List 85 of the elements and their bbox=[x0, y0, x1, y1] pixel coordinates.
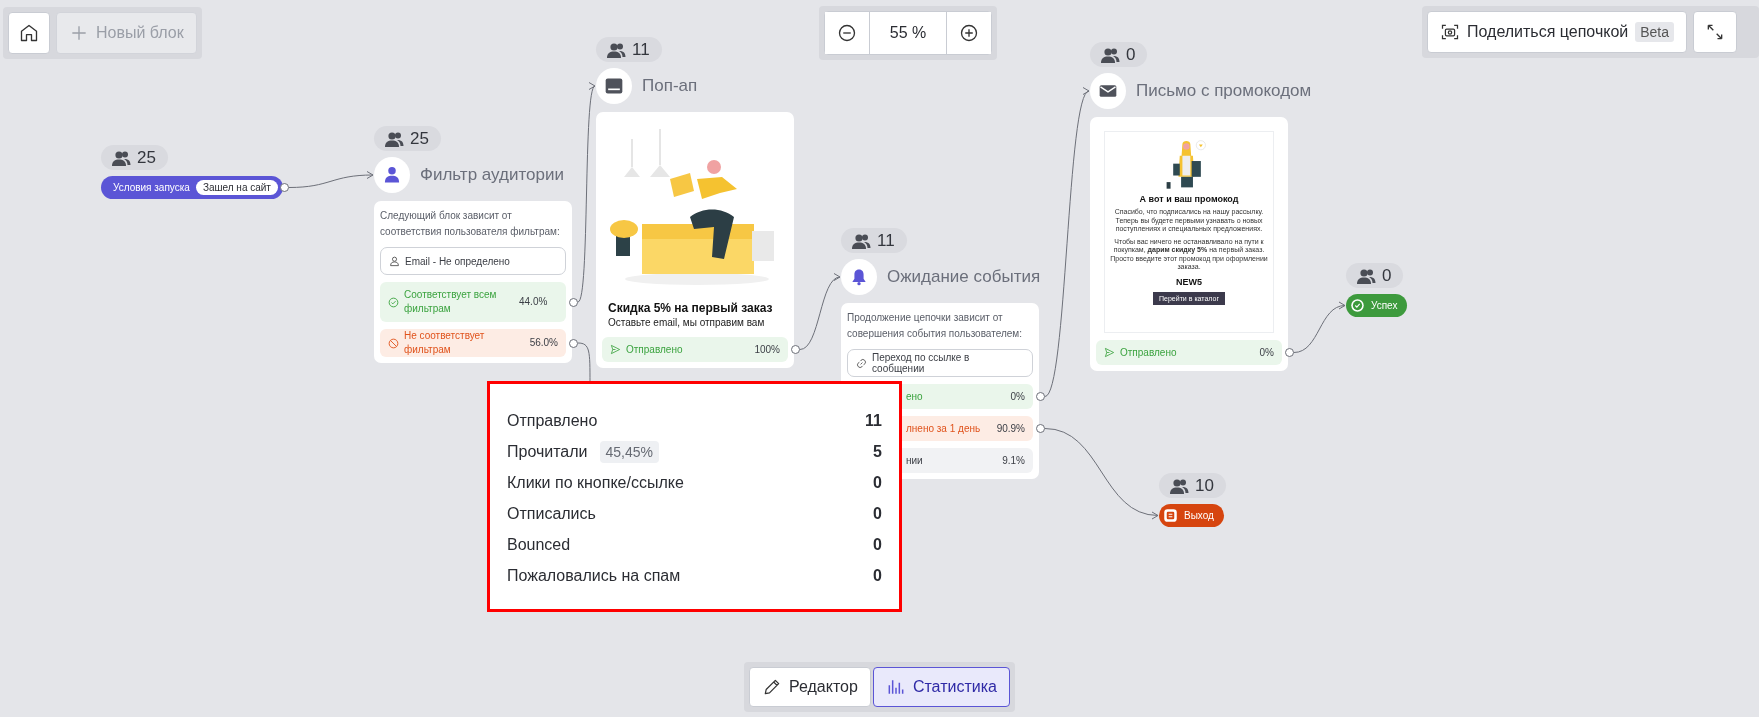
user-icon bbox=[389, 255, 400, 267]
stat-label: Пожаловались на спам bbox=[507, 566, 681, 585]
outcome-percent: 0% bbox=[1259, 345, 1274, 360]
outcome-label: лнено за 1 день bbox=[906, 421, 982, 436]
connection-port bbox=[279, 183, 289, 192]
stat-label: Прочитали bbox=[507, 442, 588, 461]
check-circle-icon bbox=[1350, 298, 1365, 313]
outcome-label: ено bbox=[906, 389, 924, 404]
node-title: Поп-ап bbox=[642, 76, 698, 96]
stat-value: 0 bbox=[873, 473, 882, 492]
popup-text: Оставьте email, мы отправим вам bbox=[608, 317, 766, 328]
connector-arrow bbox=[1293, 301, 1346, 353]
email-heading: А вот и ваш промокод bbox=[1139, 194, 1239, 204]
plus-icon bbox=[69, 23, 89, 43]
stat-value: 5 bbox=[873, 442, 882, 461]
people-icon bbox=[1356, 267, 1376, 284]
stat-value: 0 bbox=[873, 566, 882, 585]
mode-tab[interactable]: Редактор bbox=[749, 667, 871, 707]
percent-chip: 45,45% bbox=[599, 440, 660, 463]
promo-code: NEW5 bbox=[1176, 276, 1202, 287]
outcome-label: Не соответствует фильтрам bbox=[404, 329, 486, 357]
people-icon bbox=[851, 232, 871, 249]
outcome-percent: 100% bbox=[754, 342, 780, 357]
audience-count: 0 bbox=[1126, 44, 1136, 65]
outcome-percent: 90.9% bbox=[996, 421, 1025, 436]
send-icon bbox=[1104, 347, 1115, 358]
audience-count: 11 bbox=[632, 39, 650, 60]
trigger-label: Условия запуска bbox=[113, 182, 190, 193]
stat-value: 0 bbox=[873, 504, 882, 523]
beta-badge: Beta bbox=[1635, 22, 1675, 42]
popup-heading: Скидка 5% на первый заказ bbox=[608, 301, 774, 315]
bell-icon bbox=[841, 259, 877, 295]
home-button[interactable] bbox=[8, 12, 50, 54]
stat-label: Клики по кнопке/ссылке bbox=[507, 473, 684, 492]
exit-pill[interactable]: Выход bbox=[1159, 504, 1224, 527]
outcome-label: Отправлено bbox=[626, 342, 684, 357]
audience-count: 10 bbox=[1195, 475, 1214, 496]
check-circle-icon bbox=[388, 296, 399, 308]
condition-text: Email - Не определено bbox=[405, 255, 510, 267]
node-title: Фильтр аудитории bbox=[420, 165, 564, 185]
popup-window-icon bbox=[596, 68, 632, 104]
node-title: Письмо с промокодом bbox=[1136, 81, 1312, 101]
trigger-tag: Зашел на сайт bbox=[195, 180, 278, 195]
people-icon bbox=[1169, 477, 1189, 494]
stat-value: 11 bbox=[865, 411, 882, 430]
stat-label: Bounced bbox=[507, 535, 571, 554]
connector-line bbox=[577, 342, 591, 384]
share-chain-button[interactable]: Поделиться цепочкой Beta bbox=[1427, 11, 1688, 53]
stop-icon bbox=[1163, 508, 1178, 523]
zoom-out-icon bbox=[837, 23, 857, 43]
outcome-percent: 44.0% bbox=[519, 295, 548, 309]
audience-count: 25 bbox=[410, 128, 429, 149]
audience-count: 25 bbox=[137, 147, 156, 168]
prohibited-icon bbox=[388, 337, 399, 349]
condition-text: Переход по ссылке в сообщении bbox=[871, 352, 971, 374]
people-icon bbox=[111, 149, 131, 166]
people-icon bbox=[1100, 46, 1120, 63]
camera-icon bbox=[1440, 22, 1460, 42]
audience-count: 0 bbox=[1382, 265, 1392, 286]
pill-label: Успех bbox=[1371, 300, 1398, 311]
people-icon bbox=[384, 130, 404, 147]
home-icon bbox=[19, 23, 39, 43]
success-pill[interactable]: Успех bbox=[1346, 294, 1408, 317]
send-icon bbox=[610, 344, 621, 355]
stat-label: Отписались bbox=[507, 504, 596, 523]
audience-count: 11 bbox=[877, 230, 895, 251]
node-title: Ожидание события bbox=[887, 267, 1041, 287]
card-description: Следующий блок зависит от соответствия пользователя фильтрам: bbox=[380, 209, 561, 239]
link-icon bbox=[856, 357, 867, 369]
outcome-label: Соответствует всем фильтрам bbox=[404, 288, 498, 316]
stat-label: Отправлено bbox=[507, 411, 598, 430]
pill-label: Выход bbox=[1184, 510, 1214, 521]
pencil-icon bbox=[762, 677, 782, 697]
stat-value: 0 bbox=[873, 535, 882, 554]
people-icon bbox=[606, 41, 626, 58]
outcome-percent: 9.1% bbox=[1002, 453, 1025, 468]
user-icon bbox=[374, 157, 410, 193]
card-description: Продолжение цепочки зависит от совершения события пользователем: bbox=[847, 311, 1023, 341]
outcome-percent: 56.0% bbox=[529, 336, 558, 350]
outcome-percent: 0% bbox=[1010, 389, 1025, 404]
mode-tab[interactable]: Статистика bbox=[872, 667, 1010, 707]
zoom-in-icon bbox=[959, 23, 979, 43]
outcome-label: Отправлено bbox=[1120, 345, 1178, 360]
outcome-label: нии bbox=[906, 453, 924, 468]
envelope-icon bbox=[1090, 73, 1126, 109]
